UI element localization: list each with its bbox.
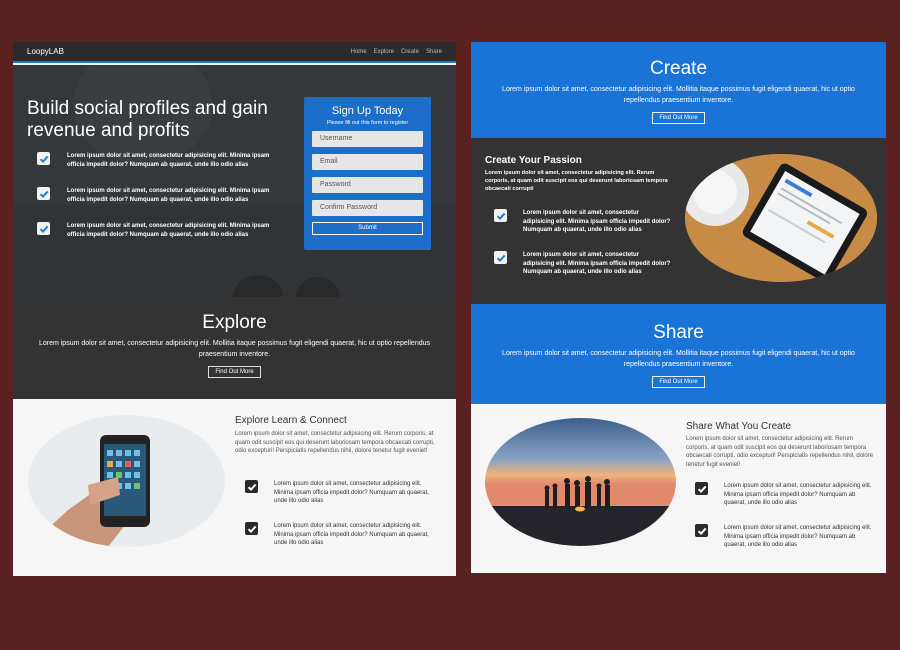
checkbox-icon <box>37 187 50 200</box>
explore-learn-section: Explore Learn & Connect Lorem ipsum dolo… <box>13 399 456 576</box>
share-description: Lorem ipsum dolor sit amet, consectetur … <box>502 350 855 368</box>
nav-link-create[interactable]: Create <box>401 49 419 55</box>
learn-check-item: Lorem ipsum dolor sit amet, consectetur … <box>245 522 434 548</box>
sunset-photo <box>485 418 676 546</box>
checkbox-icon <box>695 482 708 495</box>
hero-check-item: Lorem ipsum dolor sit amet, consectetur … <box>37 222 277 239</box>
create-find-out-more-button[interactable]: Find Out More <box>652 112 705 124</box>
explore-section: Explore Lorem ipsum dolor sit amet, cons… <box>13 297 456 399</box>
share-find-out-more-button[interactable]: Find Out More <box>652 376 705 388</box>
learn-description: Lorem ipsum dolor sit amet, consectetur … <box>235 431 435 454</box>
share-what-check-text: Lorem ipsum dolor sit amet, consectetur … <box>724 483 872 506</box>
passion-check-text: Lorem ipsum dolor sit amet, consectetur … <box>523 210 671 233</box>
signup-form: Sign Up Today Please fill out this form … <box>304 97 431 250</box>
passion-check-item: Lorem ipsum dolor sit amet, consectetur … <box>494 251 671 277</box>
explore-find-out-more-button[interactable]: Find Out More <box>208 366 261 378</box>
hand-holding-phone-image <box>28 415 225 547</box>
password-field[interactable]: Password <box>312 177 423 193</box>
nav-link-explore[interactable]: Explore <box>374 49 394 55</box>
share-what-title: Share What You Create <box>686 421 792 432</box>
share-what-section: Share What You Create Lorem ipsum dolor … <box>471 404 886 573</box>
hero-check-text: Lorem ipsum dolor sit amet, consectetur … <box>67 188 270 203</box>
checkbox-icon <box>245 522 258 535</box>
checkbox-icon <box>37 152 50 165</box>
explore-description: Lorem ipsum dolor sit amet, consectetur … <box>38 340 431 358</box>
explore-title: Explore <box>202 312 267 333</box>
checkbox-icon <box>695 524 708 537</box>
share-what-description: Lorem ipsum dolor sit amet, consectetur … <box>686 436 874 468</box>
passion-title: Create Your Passion <box>485 155 582 166</box>
create-section: Create Lorem ipsum dolor sit amet, conse… <box>471 42 886 138</box>
create-title: Create <box>649 58 708 79</box>
share-title: Share <box>653 322 704 343</box>
share-what-check-item: Lorem ipsum dolor sit amet, consectetur … <box>695 524 874 550</box>
tablet-on-desk-image <box>685 154 877 282</box>
username-field[interactable]: Username <box>312 131 423 147</box>
share-what-check-text: Lorem ipsum dolor sit amet, consectetur … <box>724 525 872 548</box>
landing-page-left: LoopyLAB Home Explore Create Share Build… <box>13 42 456 576</box>
people-at-sunset-image <box>485 418 676 546</box>
nav-link-home[interactable]: Home <box>351 49 367 55</box>
passion-check-text: Lorem ipsum dolor sit amet, consectetur … <box>523 252 671 275</box>
email-field[interactable]: Email <box>312 154 423 170</box>
hero-check-text: Lorem ipsum dolor sit amet, consectetur … <box>67 153 270 168</box>
signup-title: Sign Up Today <box>331 105 404 117</box>
passion-check-item: Lorem ipsum dolor sit amet, consectetur … <box>494 209 671 235</box>
nav-links: Home Explore Create Share <box>351 49 442 55</box>
hero-check-item: Lorem ipsum dolor sit amet, consectetur … <box>37 152 277 169</box>
passion-section: Create Your Passion Lorem ipsum dolor si… <box>471 138 886 304</box>
share-what-check-item: Lorem ipsum dolor sit amet, consectetur … <box>695 482 874 508</box>
learn-check-text: Lorem ipsum dolor sit amet, consectetur … <box>274 523 429 546</box>
hero-check-text: Lorem ipsum dolor sit amet, consectetur … <box>67 223 270 238</box>
share-section: Share Lorem ipsum dolor sit amet, consec… <box>471 304 886 404</box>
hero-section: Build social profiles and gain revenue a… <box>13 65 456 297</box>
brand-logo[interactable]: LoopyLAB <box>27 47 64 56</box>
learn-title: Explore Learn & Connect <box>235 415 347 426</box>
navbar: LoopyLAB Home Explore Create Share <box>13 42 456 63</box>
create-description: Lorem ipsum dolor sit amet, consectetur … <box>502 86 855 104</box>
submit-button[interactable]: Submit <box>312 222 423 235</box>
checkbox-icon <box>494 209 507 222</box>
confirm-password-field[interactable]: Confirm Password <box>312 200 423 216</box>
signup-subtitle: Please fill out this form to register <box>326 120 409 126</box>
landing-page-right: Create Lorem ipsum dolor sit amet, conse… <box>471 42 886 573</box>
phone-photo <box>28 415 225 547</box>
passion-description: Lorem ipsum dolor sit amet, consectetur … <box>485 170 668 192</box>
learn-check-text: Lorem ipsum dolor sit amet, consectetur … <box>274 481 429 504</box>
checkbox-icon <box>245 480 258 493</box>
learn-check-item: Lorem ipsum dolor sit amet, consectetur … <box>245 480 434 506</box>
tablet-photo <box>685 154 877 282</box>
nav-link-share[interactable]: Share <box>426 49 442 55</box>
checkbox-icon <box>37 222 50 235</box>
checkbox-icon <box>494 251 507 264</box>
hero-check-item: Lorem ipsum dolor sit amet, consectetur … <box>37 187 277 204</box>
hero-title: Build social profiles and gain revenue a… <box>27 98 268 141</box>
